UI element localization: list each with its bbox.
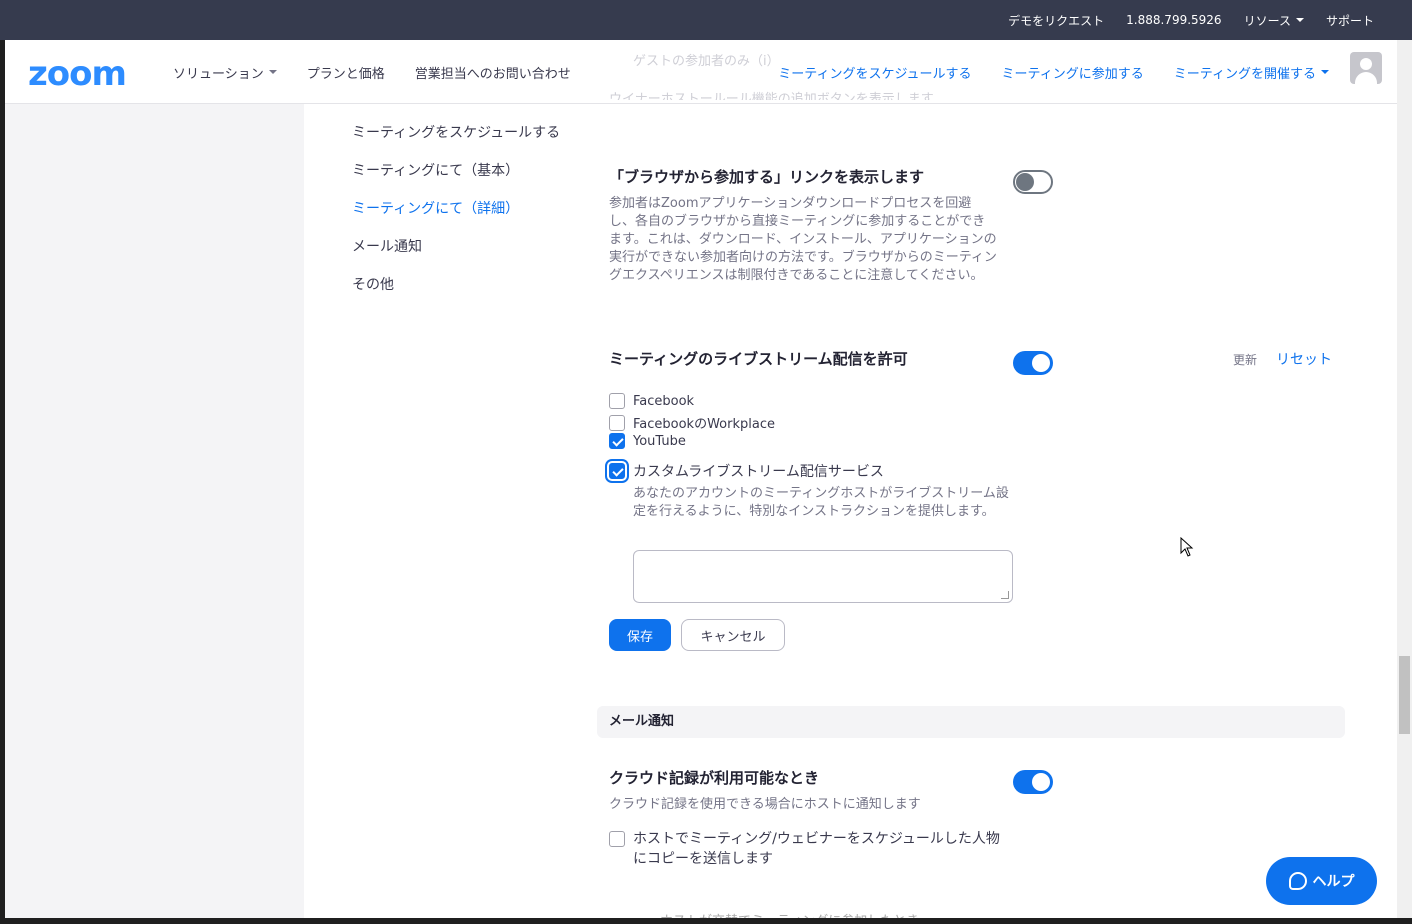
avatar[interactable] — [1350, 52, 1382, 84]
support-link[interactable]: サポート — [1326, 12, 1374, 29]
toggle-knob — [1032, 773, 1050, 791]
left-gutter — [5, 104, 304, 918]
window-frame-bottom — [0, 918, 1412, 924]
host-meeting-label: ミーティングを開催する — [1173, 66, 1316, 82]
option-facebook-workplace[interactable]: FacebookのWorkplace — [609, 413, 775, 432]
top-bar: デモをリクエスト 1.888.799.5926 リソース サポート — [0, 0, 1412, 40]
livestream-setting-title: ミーティングのライブストリーム配信を許可 — [609, 348, 908, 369]
side-menu-item-schedule[interactable]: ミーティングをスケジュールする — [352, 122, 560, 160]
plans-link[interactable]: プランと価格 — [307, 63, 385, 82]
option-label: にコピーを送信します — [633, 851, 773, 867]
custom-livestream-description: あなたのアカウントのミーティングホストがライブストリーム設定を行えるように、特別… — [633, 486, 1009, 519]
checkbox[interactable] — [609, 393, 625, 409]
caret-down-icon — [1321, 70, 1329, 74]
avatar-head — [1360, 58, 1372, 70]
settings-side-menu: ミーティングをスケジュールする ミーティングにて（基本） ミーティングにて（詳細… — [352, 122, 560, 312]
join-meeting-link[interactable]: ミーティングに参加する — [1002, 63, 1144, 82]
cloud-recording-setting: クラウド記録が利用可能なとき クラウド記録を使用できる場合にホストに通知します — [609, 767, 921, 814]
resources-menu[interactable]: リソース — [1244, 12, 1304, 29]
checkbox[interactable] — [609, 414, 625, 431]
side-menu-item-email[interactable]: メール通知 — [352, 236, 560, 274]
checkbox[interactable] — [609, 831, 625, 847]
option-label: Facebook — [633, 393, 695, 409]
option-label: YouTube — [633, 433, 686, 449]
reset-link[interactable]: リセット — [1276, 349, 1332, 369]
cloud-recording-toggle[interactable] — [1013, 770, 1053, 794]
contact-sales-link[interactable]: 営業担当へのお問い合わせ — [415, 63, 571, 82]
help-button[interactable]: ヘルプ — [1266, 857, 1377, 905]
ghost-text: ホストが交替でミーティングに参加したとき — [660, 910, 960, 918]
scrollbar-thumb[interactable] — [1399, 656, 1410, 734]
host-meeting-menu[interactable]: ミーティングを開催する — [1174, 63, 1329, 82]
option-facebook[interactable]: Facebook — [609, 393, 694, 409]
solutions-label: ソリューション — [173, 66, 264, 82]
side-menu-item-advanced[interactable]: ミーティングにて（詳細） — [352, 198, 560, 236]
side-menu-item-basic[interactable]: ミーティングにて（基本） — [352, 160, 560, 198]
toggle-knob — [1016, 173, 1034, 191]
caret-down-icon — [268, 70, 277, 74]
option-label: カスタムライブストリーム配信サービス — [633, 464, 884, 480]
side-menu-item-other[interactable]: その他 — [352, 274, 560, 312]
page-scrollbar[interactable] — [1397, 40, 1412, 918]
browser-join-setting: 「ブラウザから参加する」リンクを表示します 参加者はZoomアプリケーションダウ… — [609, 166, 997, 285]
solutions-menu[interactable]: ソリューション — [173, 63, 277, 82]
chat-bubble-icon — [1288, 872, 1307, 890]
toggle-knob — [1032, 354, 1050, 372]
caret-down-icon — [1295, 18, 1304, 22]
option-send-copy[interactable]: ホストでミーティング/ウェビナーをスケジュールした人物 にコピーを送信します — [609, 829, 1000, 869]
main-header: ゲストの参加者のみ（i） ウイナーホストールール機能の追加ボタンを表示します z… — [5, 40, 1397, 104]
checkbox[interactable] — [609, 433, 625, 449]
help-label: ヘルプ — [1312, 874, 1355, 890]
schedule-meeting-link[interactable]: ミーティングをスケジュールする — [778, 63, 971, 82]
setting-title: 「ブラウザから参加する」リンクを表示します — [609, 168, 925, 186]
section-header-email: メール通知 — [597, 706, 1345, 738]
resources-label: リソース — [1243, 13, 1291, 28]
save-button[interactable]: 保存 — [609, 619, 671, 651]
livestream-toggle[interactable] — [1013, 351, 1053, 375]
custom-instructions-textarea[interactable] — [633, 550, 1013, 603]
resize-grip-icon[interactable] — [1001, 591, 1009, 599]
request-demo-link[interactable]: デモをリクエスト — [1008, 12, 1104, 29]
setting-description: クラウド記録を使用できる場合にホストに通知します — [609, 797, 921, 812]
setting-title: ミーティングのライブストリーム配信を許可 — [609, 350, 908, 368]
setting-description: 参加者はZoomアプリケーションダウンロードプロセスを回避し、各自のブラウザから… — [609, 196, 997, 283]
option-label: FacebookのWorkplace — [633, 417, 775, 432]
primary-nav: ソリューション プランと価格 営業担当へのお問い合わせ — [173, 40, 571, 104]
browser-join-toggle[interactable] — [1013, 170, 1053, 194]
avatar-body — [1355, 72, 1377, 84]
mouse-cursor-icon — [1180, 537, 1194, 557]
phone-number[interactable]: 1.888.799.5926 — [1126, 13, 1221, 27]
setting-title: クラウド記録が利用可能なとき — [609, 769, 820, 787]
option-youtube[interactable]: YouTube — [609, 433, 686, 449]
ghost-text: ゲストの参加者のみ（i） — [633, 54, 780, 69]
zoom-logo[interactable]: zoom — [28, 54, 127, 94]
cancel-button[interactable]: キャンセル — [681, 619, 785, 651]
top-bar-links: デモをリクエスト 1.888.799.5926 リソース サポート — [1008, 0, 1374, 40]
option-custom-livestream[interactable]: カスタムライブストリーム配信サービス — [609, 461, 884, 481]
option-label: ホストでミーティング/ウェビナーをスケジュールした人物 — [633, 831, 1000, 847]
checkbox[interactable] — [609, 463, 625, 479]
updated-label: 更新 — [1233, 353, 1258, 367]
meeting-nav: ミーティングをスケジュールする ミーティングに参加する ミーティングを開催する — [778, 40, 1329, 104]
